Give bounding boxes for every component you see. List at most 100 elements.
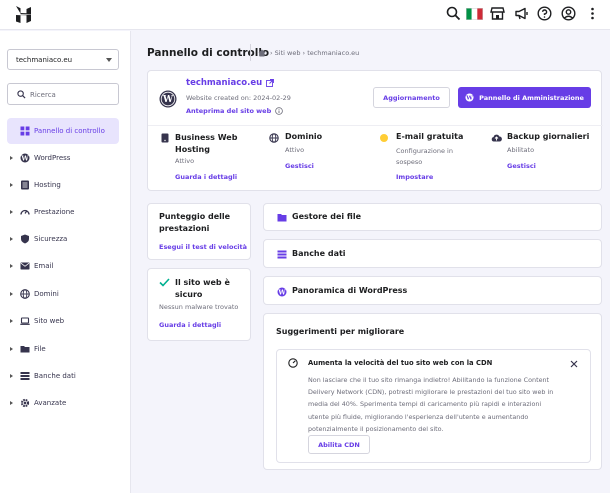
database-icon bbox=[277, 250, 287, 259]
sidebar-item-website[interactable]: Sito web bbox=[7, 308, 119, 334]
chevron-right-icon bbox=[10, 264, 13, 268]
breadcrumb-trail[interactable]: › Siti web › techmaniaco.eu bbox=[270, 49, 359, 57]
sidebar-item-label: Avanzate bbox=[34, 399, 67, 407]
chevron-right-icon bbox=[10, 210, 13, 214]
service-status: Attivo bbox=[285, 146, 305, 154]
sidebar-item-domains[interactable]: Domini bbox=[7, 281, 119, 307]
sidebar-item-label: Hosting bbox=[34, 181, 61, 189]
sidebar-item-advanced[interactable]: Avanzate bbox=[7, 390, 119, 416]
chevron-right-icon bbox=[10, 401, 13, 405]
help-icon[interactable] bbox=[537, 6, 552, 21]
website-overview-card: W techmaniaco.eu Website created on: 202… bbox=[147, 70, 603, 191]
breadcrumb: › Siti web › techmaniaco.eu bbox=[258, 49, 359, 57]
security-details-link[interactable]: Guarda i dettagli bbox=[159, 321, 221, 329]
sidebar-item-wordpress[interactable]: W WordPress bbox=[7, 145, 119, 171]
chevron-right-icon bbox=[10, 319, 13, 323]
service-details-link[interactable]: Guarda i dettagli bbox=[175, 173, 237, 181]
quick-link-databases[interactable]: Banche dati bbox=[263, 239, 602, 268]
service-status: Configurazione in sospeso bbox=[396, 147, 453, 166]
divider bbox=[250, 44, 251, 61]
more-menu-icon[interactable] bbox=[585, 6, 600, 21]
folder-icon bbox=[20, 344, 30, 354]
server-icon bbox=[20, 180, 30, 190]
home-icon[interactable] bbox=[258, 49, 266, 57]
sidebar-item-label: WordPress bbox=[34, 154, 71, 162]
admin-panel-button[interactable]: W Pannello di Amministrazione bbox=[458, 87, 591, 108]
sidebar-item-email[interactable]: Email bbox=[7, 253, 119, 279]
svg-text:W: W bbox=[162, 95, 174, 105]
site-created-date: Website created on: 2024-02-29 bbox=[186, 94, 291, 102]
svg-text:W: W bbox=[20, 154, 29, 162]
mail-icon bbox=[20, 261, 30, 271]
chevron-right-icon bbox=[10, 183, 13, 187]
security-title: Il sito web è sicuro bbox=[175, 278, 230, 299]
sidebar-item-label: Domini bbox=[34, 290, 59, 298]
security-status: Nessun malware trovato bbox=[159, 303, 239, 311]
quick-link-label: Gestore dei file bbox=[292, 212, 362, 221]
wordpress-icon: W bbox=[465, 93, 474, 102]
wordpress-logo-icon: W bbox=[159, 90, 177, 108]
update-button[interactable]: Aggiornamento bbox=[373, 87, 450, 108]
service-manage-link[interactable]: Gestisci bbox=[285, 162, 314, 170]
sidebar-item-hosting[interactable]: Hosting bbox=[7, 172, 119, 198]
speed-test-link[interactable]: Esegui il test di velocità bbox=[159, 243, 247, 251]
sidebar-item-label: Pannello di controllo bbox=[34, 127, 105, 135]
speedometer-icon bbox=[288, 358, 298, 368]
sidebar-search[interactable] bbox=[7, 83, 119, 105]
dns-icon bbox=[269, 133, 279, 143]
suggestion-item: Aumenta la velocità del tuo sito web con… bbox=[276, 349, 591, 463]
caret-down-icon bbox=[106, 58, 112, 62]
quick-link-wordpress-overview[interactable]: W Panoramica di WordPress bbox=[263, 276, 602, 305]
database-icon bbox=[20, 371, 30, 381]
sidebar-item-databases[interactable]: Banche dati bbox=[7, 363, 119, 389]
site-preview-link[interactable]: Anteprima del sito web bbox=[186, 107, 271, 115]
sidebar-item-dashboard[interactable]: Pannello di controllo bbox=[7, 118, 119, 144]
sidebar-item-label: Sicurezza bbox=[34, 235, 68, 243]
service-manage-link[interactable]: Gestisci bbox=[507, 162, 536, 170]
folder-icon bbox=[277, 214, 287, 222]
sidebar-item-security[interactable]: Sicurezza bbox=[7, 226, 119, 252]
close-icon[interactable] bbox=[570, 360, 578, 368]
service-title: E-mail gratuita bbox=[396, 132, 464, 141]
suggestion-title: Aumenta la velocità del tuo sito web con… bbox=[308, 359, 493, 367]
service-title: Business Web Hosting bbox=[175, 133, 238, 154]
server-icon bbox=[160, 133, 170, 143]
sidebar-item-performance[interactable]: Prestazione bbox=[7, 199, 119, 225]
quick-link-file-manager[interactable]: Gestore dei file bbox=[263, 203, 602, 231]
wordpress-icon: W bbox=[20, 153, 30, 163]
site-selector[interactable]: techmaniaco.eu bbox=[7, 49, 119, 70]
admin-panel-button-label: Pannello di Amministrazione bbox=[479, 93, 584, 102]
sidebar-item-label: Prestazione bbox=[34, 208, 75, 216]
sidebar-search-input[interactable] bbox=[30, 88, 114, 101]
checkmark-icon bbox=[159, 278, 170, 287]
external-link-icon[interactable] bbox=[266, 79, 275, 87]
svg-text:W: W bbox=[277, 288, 286, 296]
info-icon[interactable] bbox=[275, 107, 284, 115]
enable-cdn-button[interactable]: Abilita CDN bbox=[308, 435, 370, 454]
italy-flag-icon[interactable] bbox=[466, 6, 483, 21]
warning-dot-icon bbox=[380, 134, 388, 142]
chevron-right-icon bbox=[10, 347, 13, 351]
site-selector-value: techmaniaco.eu bbox=[16, 56, 73, 64]
svg-text:W: W bbox=[465, 96, 473, 102]
store-icon[interactable] bbox=[490, 6, 505, 21]
sidebar-item-label: Email bbox=[34, 262, 54, 270]
search-icon[interactable] bbox=[446, 6, 461, 21]
site-domain-link[interactable]: techmaniaco.eu bbox=[186, 78, 262, 88]
sidebar-item-files[interactable]: File bbox=[7, 336, 119, 362]
chevron-right-icon bbox=[10, 237, 13, 241]
service-status: Abilitato bbox=[507, 146, 535, 154]
chevron-right-icon bbox=[10, 156, 13, 160]
speedometer-icon bbox=[20, 207, 30, 217]
account-icon[interactable] bbox=[561, 6, 576, 21]
hostinger-logo[interactable] bbox=[15, 6, 32, 23]
megaphone-icon[interactable] bbox=[514, 6, 529, 21]
service-title: Dominio bbox=[285, 132, 323, 141]
top-bar bbox=[0, 0, 610, 30]
sidebar-item-label: Banche dati bbox=[34, 372, 76, 380]
sidebar-item-label: File bbox=[34, 345, 46, 353]
suggestions-card: Suggerimenti per migliorare Aumenta la v… bbox=[263, 313, 602, 470]
performance-score-card: Punteggio delle prestazioni Esegui il te… bbox=[147, 203, 251, 260]
service-setup-link[interactable]: Impostare bbox=[396, 173, 433, 181]
divider bbox=[148, 125, 603, 126]
